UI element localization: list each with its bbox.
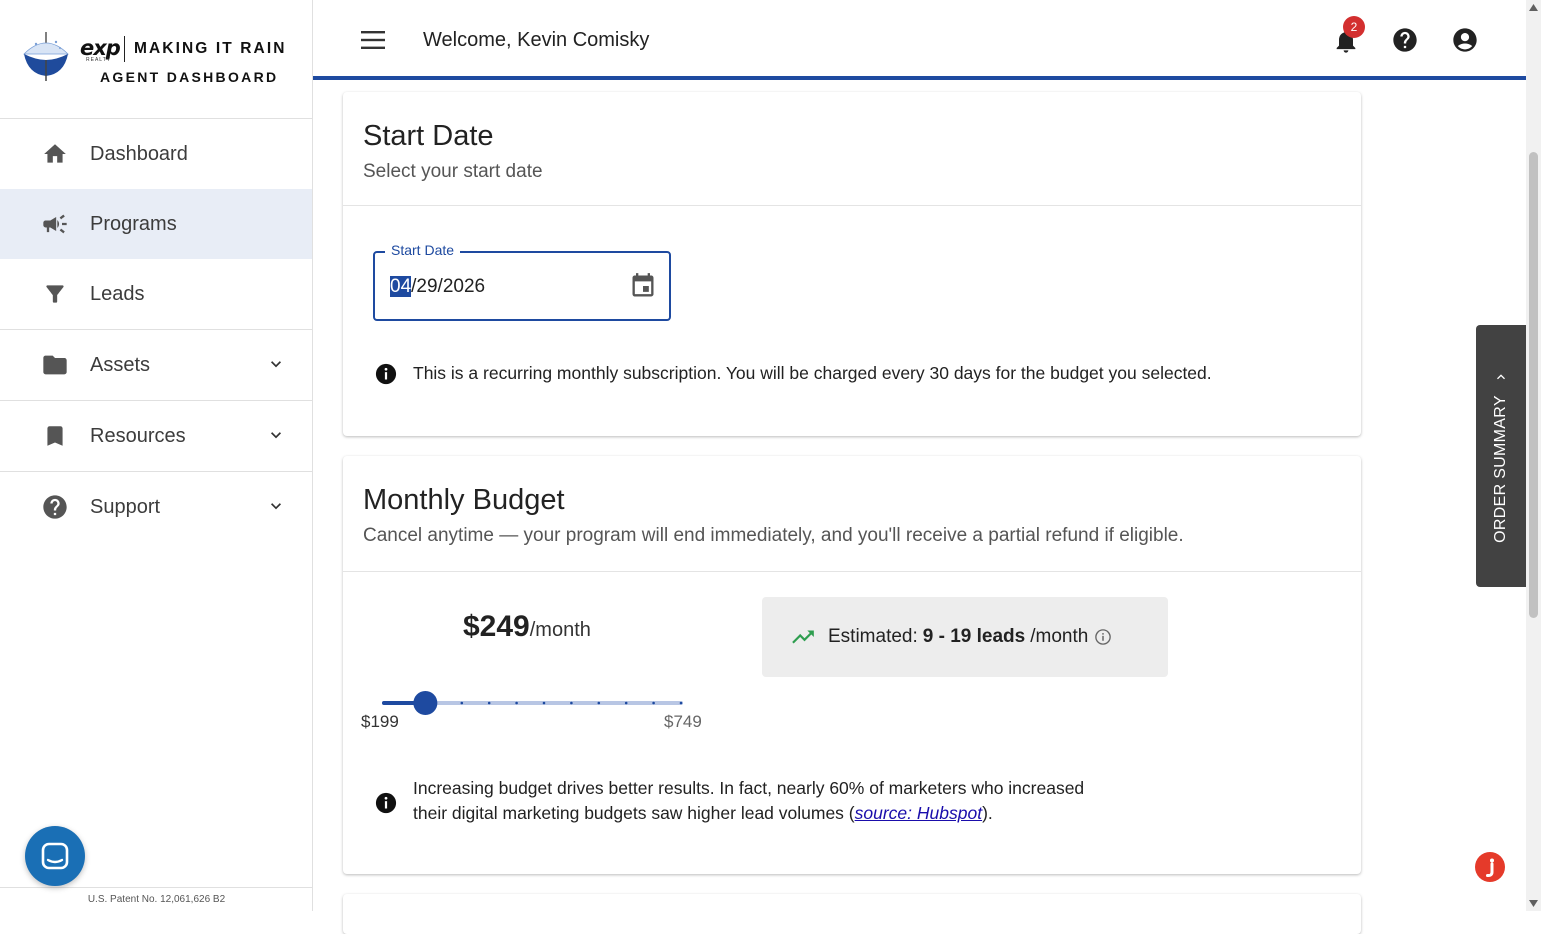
slider-thumb[interactable] <box>413 691 438 715</box>
top-header: Welcome, Kevin Comisky 2 <box>313 0 1526 80</box>
slider-tick <box>570 701 573 705</box>
j-letter-icon <box>1486 858 1494 878</box>
assistant-widget-button[interactable] <box>1475 852 1505 882</box>
sidebar: exp REALTY MAKING IT RAIN AGENT DASHBOAR… <box>0 0 313 911</box>
info-outline-icon[interactable] <box>1094 628 1112 646</box>
sidebar-item-resources[interactable]: Resources <box>0 401 312 471</box>
sidebar-item-label: Support <box>90 495 161 518</box>
sidebar-item-dashboard[interactable]: Dashboard <box>0 119 312 189</box>
monthly-budget-card: Monthly Budget Cancel anytime — your pro… <box>343 456 1361 874</box>
budget-price-value: $249 <box>463 610 530 643</box>
monthly-budget-title: Monthly Budget <box>363 484 565 516</box>
slider-tick <box>597 701 601 705</box>
chat-icon <box>41 842 69 870</box>
budget-tip-text: Increasing budget drives better results.… <box>413 776 1095 826</box>
sidebar-item-support[interactable]: Support <box>0 472 312 542</box>
start-date-subtitle: Select your start date <box>363 161 543 182</box>
chevron-down-icon[interactable] <box>266 425 286 445</box>
order-summary-tab[interactable]: ORDER SUMMARY <box>1476 325 1526 587</box>
scroll-up-arrow-icon[interactable] <box>1529 4 1538 11</box>
sidebar-item-label: Assets <box>90 353 151 376</box>
estimate-suffix: /month <box>1030 626 1089 647</box>
estimate-prefix: Estimated: <box>828 626 918 647</box>
sidebar-item-label: Leads <box>90 282 145 305</box>
main-content: Start Date Select your start date Start … <box>313 84 1526 934</box>
sidebar-item-leads[interactable]: Leads <box>0 259 312 329</box>
start-date-day-year[interactable]: /29/2026 <box>411 276 485 297</box>
lead-estimate-box: Estimated: 9 - 19 leads /month <box>762 597 1168 677</box>
slider-tick <box>652 701 655 705</box>
slider-tick <box>624 701 628 705</box>
chat-launcher-button[interactable] <box>25 826 85 886</box>
sidebar-item-label: Resources <box>90 424 186 447</box>
start-date-value[interactable]: 04/29/2026 <box>390 276 485 298</box>
menu-icon[interactable] <box>361 30 385 50</box>
start-date-title: Start Date <box>363 120 494 152</box>
notification-count-badge: 2 <box>1343 16 1365 38</box>
scrollbar-thumb[interactable] <box>1529 152 1538 618</box>
slider-tick <box>515 701 518 705</box>
monthly-budget-subtitle: Cancel anytime — your program will end i… <box>363 525 1184 546</box>
start-date-input[interactable]: Start Date 04/29/2026 <box>373 242 671 321</box>
budget-tip-end: ). <box>982 803 993 823</box>
estimate-range: 9 - 19 leads <box>922 626 1026 647</box>
home-icon <box>41 140 69 168</box>
brand-line2: AGENT DASHBOARD <box>100 69 279 85</box>
help-circle-icon <box>41 493 69 521</box>
subscription-notice: This is a recurring monthly subscription… <box>375 361 1212 386</box>
sidebar-item-assets[interactable]: Assets <box>0 330 312 400</box>
slider-max-label: $749 <box>664 712 702 731</box>
bookmark-icon <box>41 422 69 450</box>
start-date-header: Start Date Select your start date <box>343 92 1361 206</box>
chevron-down-icon[interactable] <box>266 354 286 374</box>
budget-price-period: /month <box>529 619 591 641</box>
calendar-icon[interactable] <box>629 272 657 300</box>
folder-icon <box>41 351 69 379</box>
sidebar-item-programs[interactable]: Programs <box>0 189 312 259</box>
umbrella-logo-icon <box>23 32 69 81</box>
chevron-down-icon[interactable] <box>266 496 286 516</box>
start-date-card: Start Date Select your start date Start … <box>343 92 1361 436</box>
slider-min-label: $199 <box>361 712 399 731</box>
order-summary-label: ORDER SUMMARY <box>1492 395 1509 543</box>
brand-divider <box>124 36 125 62</box>
info-icon <box>375 363 397 385</box>
page-scrollbar[interactable] <box>1526 0 1541 911</box>
start-date-month-segment[interactable]: 04 <box>390 276 412 297</box>
budget-slider[interactable] <box>380 691 685 715</box>
help-icon[interactable] <box>1391 26 1419 54</box>
brand-logo[interactable]: exp REALTY MAKING IT RAIN AGENT DASHBOAR… <box>0 0 312 119</box>
sidebar-item-label: Dashboard <box>90 142 188 165</box>
chevron-left-icon <box>1497 374 1505 380</box>
sidebar-item-label: Programs <box>90 212 177 235</box>
subscription-notice-text: This is a recurring monthly subscription… <box>413 363 1212 383</box>
megaphone-icon <box>41 210 69 238</box>
brand-line1: MAKING IT RAIN <box>134 40 287 57</box>
start-date-field-label: Start Date <box>385 242 461 258</box>
slider-tick <box>487 701 491 705</box>
next-card <box>343 894 1361 934</box>
welcome-message: Welcome, Kevin Comisky <box>423 29 650 51</box>
budget-price: $249/month <box>463 610 591 644</box>
scroll-down-arrow-icon[interactable] <box>1529 900 1538 907</box>
monthly-budget-header: Monthly Budget Cancel anytime — your pro… <box>343 456 1361 572</box>
slider-tick <box>679 701 683 705</box>
trending-up-icon <box>792 630 814 644</box>
slider-tick <box>460 701 464 705</box>
brand-company-sub: REALTY <box>86 57 112 63</box>
budget-tip: Increasing budget drives better results.… <box>375 776 1095 826</box>
slider-tick <box>542 701 546 705</box>
patent-notice: U.S. Patent No. 12,061,626 B2 <box>0 887 313 911</box>
info-icon <box>375 792 397 814</box>
account-circle-icon[interactable] <box>1451 26 1479 54</box>
filter-icon <box>41 280 69 308</box>
hubspot-source-link[interactable]: source: Hubspot <box>855 803 982 823</box>
